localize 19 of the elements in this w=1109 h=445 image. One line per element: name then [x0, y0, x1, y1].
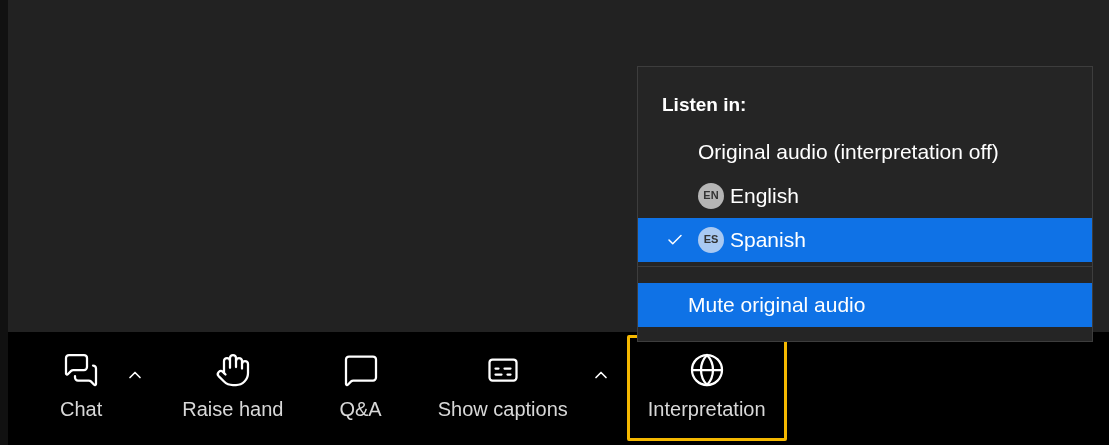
menu-option[interactable]: Original audio (interpretation off): [638, 129, 1092, 174]
toolbar-button[interactable]: Show captions: [416, 335, 589, 441]
menu-heading: Listen in:: [661, 93, 748, 117]
option-label: Spanish: [730, 226, 806, 253]
hand-icon: [214, 352, 251, 388]
menu-action[interactable]: Mute original audio: [638, 282, 1092, 327]
option-label: English: [730, 182, 799, 209]
question-bubble-icon: [342, 352, 379, 388]
language-badge: ES: [698, 226, 724, 253]
option-label: Original audio (interpretation off): [698, 138, 999, 165]
toolbar-button[interactable]: Raise hand: [161, 335, 305, 441]
globe-icon: [688, 352, 725, 388]
menu-option[interactable]: ES Spanish: [638, 217, 1092, 262]
menu-option[interactable]: EN English: [638, 173, 1092, 218]
toolbar-button[interactable]: Q&A: [318, 335, 403, 441]
language-badge: EN: [698, 182, 724, 209]
action-label: Mute original audio: [688, 291, 866, 318]
toolbar-button[interactable]: Chat: [39, 335, 124, 441]
chat-icon: [63, 352, 100, 388]
